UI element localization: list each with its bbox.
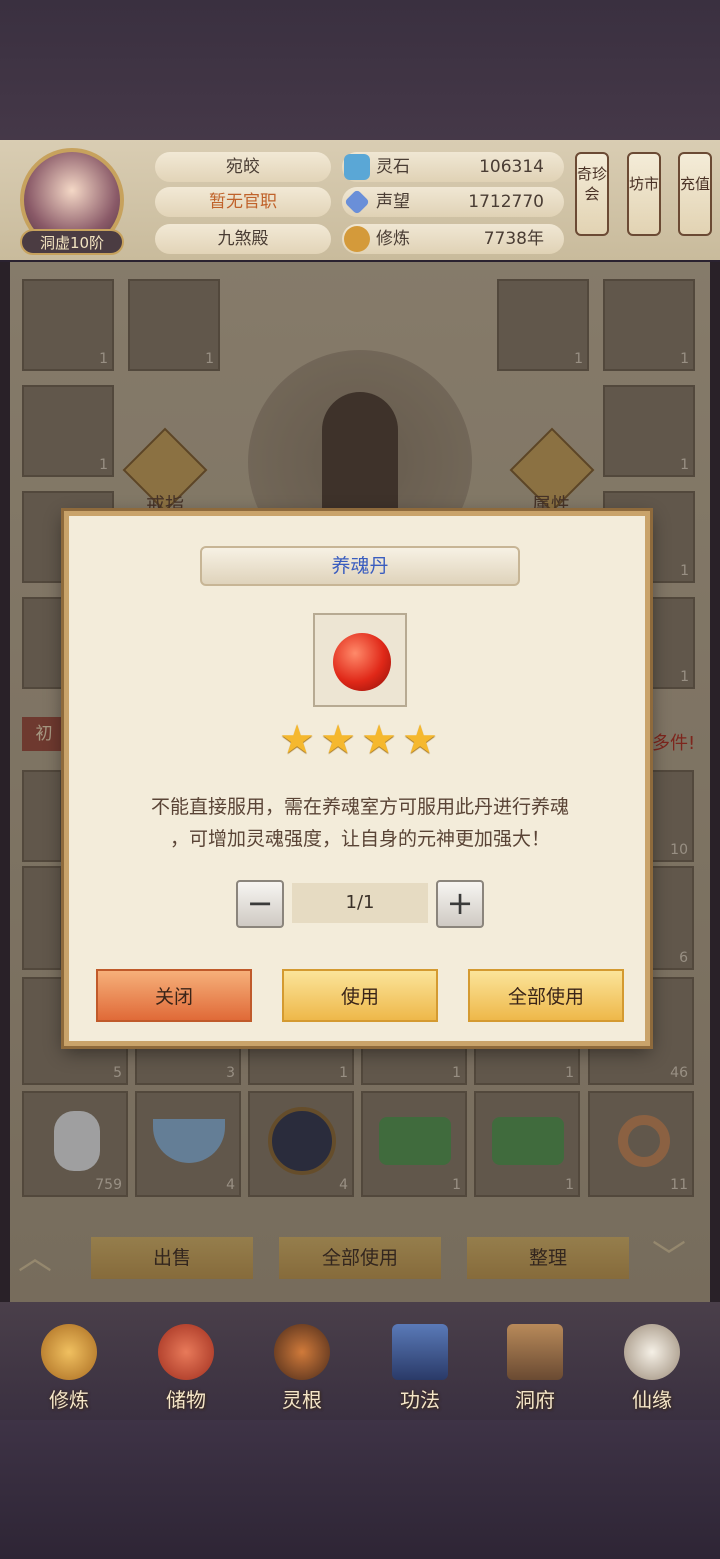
storage-bag-icon [158,1324,214,1380]
stat-label: 修炼 [376,229,410,249]
stat-spirit-stone: 灵石 106314 [342,152,564,182]
player-name: 宛皎 [155,152,331,182]
nav-label: 储物 [166,1388,206,1412]
star-icon: ★ [279,717,315,763]
sect-name: 九煞殿 [155,224,331,254]
increase-quantity-button[interactable]: + [436,880,484,928]
technique-book-icon [392,1324,448,1380]
meditation-icon [344,226,370,252]
nav-immortal-fate[interactable]: 仙缘 [602,1318,702,1414]
top-background [0,0,720,140]
bottom-background [0,1420,720,1559]
star-icon: ★ [402,717,438,763]
stat-value: 1712770 [468,192,544,212]
item-dialog [64,511,650,1046]
red-pill-icon [333,633,391,691]
nav-cave-dwelling[interactable]: 洞府 [485,1318,585,1414]
close-button[interactable]: 关闭 [96,969,252,1022]
rank-badge: 洞虚10阶 [20,229,124,255]
immortal-fate-icon [624,1324,680,1380]
nav-label: 功法 [400,1388,440,1412]
nav-spirit-root[interactable]: 灵根 [252,1318,352,1414]
stat-cultivation: 修炼 7738年 [342,224,564,254]
dialog-title: 养魂丹 [200,546,520,586]
treasure-fair-button[interactable]: 奇珍会 [575,152,609,236]
quantity-display[interactable]: 1/1 [292,883,428,923]
nav-technique[interactable]: 功法 [370,1318,470,1414]
star-icon: ★ [320,717,356,763]
stat-prestige: 声望 1712770 [342,187,564,217]
stat-value: 7738年 [483,229,544,249]
star-icon: ★ [361,717,397,763]
use-button[interactable]: 使用 [282,969,438,1022]
use-all-dialog-button[interactable]: 全部使用 [468,969,624,1022]
item-description-line-1: 不能直接服用，需在养魂室方可服用此丹进行养魂 [150,796,569,818]
stat-label: 灵石 [376,157,410,177]
cave-dwelling-icon [507,1324,563,1380]
item-preview [313,613,407,707]
stat-label: 声望 [376,192,410,212]
prestige-crystal-icon [344,189,370,215]
market-button[interactable]: 坊市 [627,152,661,236]
stat-value: 106314 [479,157,544,177]
official-title: 暂无官职 [155,187,331,217]
spirit-root-icon [274,1324,330,1380]
recharge-button[interactable]: 充值 [678,152,712,236]
decrease-quantity-button[interactable]: − [236,880,284,928]
nav-label: 仙缘 [632,1388,672,1412]
nav-label: 修炼 [49,1388,89,1412]
nav-cultivation[interactable]: 修炼 [19,1318,119,1414]
nav-label: 灵根 [282,1388,322,1412]
nav-storage[interactable]: 储物 [136,1318,236,1414]
item-description-line-2: ，可增加灵魂强度，让自身的元神更加强大！ [169,828,550,850]
nav-label: 洞府 [515,1388,555,1412]
spirit-stone-icon [344,154,370,180]
cultivation-icon [41,1324,97,1380]
